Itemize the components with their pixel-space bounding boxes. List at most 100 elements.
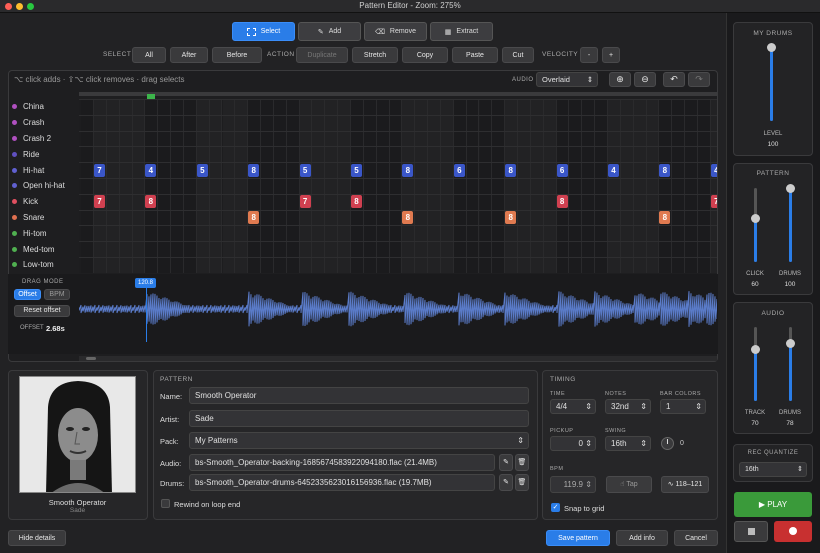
time-select[interactable]: 4/4 ⇕ (550, 399, 596, 414)
note-cell[interactable]: 8 (505, 211, 517, 225)
track-row[interactable]: Open hi-hat (8, 178, 86, 194)
note-cell[interactable]: 8 (659, 163, 671, 177)
note-cell[interactable]: 5 (299, 163, 311, 177)
velocity-plus-button[interactable]: + (602, 47, 620, 63)
notes-select[interactable]: 32nd ⇕ (605, 399, 651, 414)
tap-button[interactable]: ☝ Tap (606, 476, 652, 493)
waveform[interactable] (79, 276, 717, 354)
note-cell[interactable]: 8 (248, 211, 260, 225)
remove-tool-button[interactable]: ⌫ Remove (364, 22, 427, 41)
select-after-button[interactable]: After (170, 47, 208, 63)
select-all-button[interactable]: All (132, 47, 166, 63)
offset-mode-button[interactable]: Offset (14, 289, 41, 300)
note-cell[interactable]: 8 (659, 211, 671, 225)
click-knob[interactable] (751, 213, 760, 223)
track-row[interactable]: Snare (8, 210, 86, 226)
pencil-icon: ✎ (317, 28, 324, 36)
note-cell[interactable]: 8 (556, 195, 568, 209)
note-cell[interactable]: 6 (453, 163, 465, 177)
horizontal-scrollbar[interactable] (79, 356, 717, 361)
snap-checkbox[interactable]: ✓ (551, 503, 560, 512)
swing-select[interactable]: 16th ⇕ (605, 436, 651, 451)
bar-colors-select[interactable]: 1 ⇕ (660, 399, 706, 414)
edit-audio-button[interactable]: ✎ (499, 454, 513, 471)
note-cell[interactable]: 8 (402, 163, 414, 177)
cancel-button[interactable]: Cancel (674, 530, 718, 546)
delete-drums-button[interactable]: 🗑 (515, 474, 529, 491)
paste-button[interactable]: Paste (452, 47, 498, 63)
note-cell[interactable]: 8 (402, 211, 414, 225)
artist-field[interactable]: Sade (189, 410, 529, 427)
track-row[interactable]: Low-tom (8, 257, 86, 273)
note-cell[interactable]: 6 (556, 163, 568, 177)
pattern-grid[interactable]: 7 4 5 8 5 5 8 6 8 6 4 8 4 7 8 7 8 8 7 8 8 8 8 (79, 99, 717, 273)
note-cell[interactable]: 4 (710, 163, 717, 177)
delete-audio-button[interactable]: 🗑 (515, 454, 529, 471)
rec-quantize-select[interactable]: 16th ⇕ (739, 462, 807, 477)
track-row[interactable]: Crash 2 (8, 131, 86, 147)
cut-button[interactable]: Cut (502, 47, 534, 63)
select-tool-button[interactable]: Select (232, 22, 295, 41)
level-value: 100 (767, 141, 779, 148)
zoom-in-button[interactable]: ⊕ (609, 72, 631, 87)
rewind-checkbox[interactable] (161, 499, 170, 508)
note-cell[interactable]: 8 (505, 163, 517, 177)
note-cell[interactable]: 4 (145, 163, 157, 177)
edit-drums-button[interactable]: ✎ (499, 474, 513, 491)
note-cell[interactable]: 5 (196, 163, 208, 177)
bpm-mode-button[interactable]: BPM (44, 289, 70, 300)
audio-mode-select[interactable]: Overlaid ⇕ (536, 72, 598, 87)
bpm-stepper[interactable]: 119.9 ⇕ (550, 476, 596, 493)
undo-button[interactable]: ↶ (663, 72, 685, 87)
scrollbar-thumb[interactable] (86, 357, 96, 360)
note-cell[interactable]: 7 (94, 163, 105, 177)
add-info-button[interactable]: Add info (616, 530, 668, 546)
note-cell[interactable]: 7 (299, 195, 311, 209)
zoom-out-button[interactable]: ⊖ (634, 72, 656, 87)
title-bar: Pattern Editor - Zoom: 275% (0, 0, 820, 13)
track-row[interactable]: Hi-hat (8, 162, 86, 178)
pack-select[interactable]: My Patterns ⇕ (189, 432, 529, 449)
name-field[interactable]: Smooth Operator (189, 387, 529, 404)
velocity-minus-button[interactable]: - (580, 47, 598, 63)
stretch-button[interactable]: Stretch (352, 47, 398, 63)
track-color-dot (12, 230, 17, 236)
record-button[interactable] (774, 521, 812, 542)
track-row[interactable]: Med-tom (8, 241, 86, 257)
note-cell[interactable]: 8 (248, 163, 260, 177)
click-value: 60 (751, 281, 759, 288)
updown-icon: ⇕ (585, 402, 592, 411)
track-row[interactable]: Crash (8, 115, 86, 131)
extract-tool-button[interactable]: ▦ Extract (430, 22, 493, 41)
drums-knob[interactable] (786, 184, 795, 193)
note-cell[interactable]: 8 (145, 195, 157, 209)
note-cell[interactable]: 4 (608, 163, 619, 177)
add-tool-button[interactable]: ✎ Add (298, 22, 361, 41)
bpm-range-button[interactable]: ∿ 118–121 (661, 476, 709, 493)
note-cell[interactable]: 7 (94, 195, 105, 209)
track-row[interactable]: Ride (8, 146, 86, 162)
track-row[interactable]: Kick (8, 194, 86, 210)
level-knob[interactable] (767, 43, 776, 52)
redo-button[interactable]: ↷ (688, 72, 710, 87)
stop-button[interactable] (734, 521, 768, 542)
drums-file-field[interactable]: bs-Smooth_Operator-drums-645233562301615… (189, 474, 495, 491)
hide-details-button[interactable]: Hide details (8, 530, 66, 546)
note-cell[interactable]: 7 (710, 195, 717, 209)
reset-offset-button[interactable]: Reset offset (14, 305, 70, 317)
track-row[interactable]: Hi-tom (8, 225, 86, 241)
audio-file-field[interactable]: bs-Smooth_Operator-backing-1685674583922… (189, 454, 495, 471)
note-cell[interactable]: 8 (351, 195, 362, 209)
copy-button[interactable]: Copy (402, 47, 448, 63)
track-row[interactable]: China (8, 99, 86, 115)
updown-icon: ⇕ (640, 402, 647, 411)
pickup-stepper[interactable]: 0 ⇕ (550, 436, 596, 451)
note-cell[interactable]: 5 (351, 163, 362, 177)
save-pattern-button[interactable]: Save pattern (546, 530, 610, 546)
select-before-button[interactable]: Before (212, 47, 262, 63)
swing-knob[interactable] (661, 437, 674, 450)
duplicate-button[interactable]: Duplicate (296, 47, 348, 63)
bpm-marker[interactable]: 120.8 (135, 278, 156, 288)
play-button[interactable]: ▶ PLAY (734, 492, 812, 517)
trash-icon: 🗑 (517, 459, 527, 466)
